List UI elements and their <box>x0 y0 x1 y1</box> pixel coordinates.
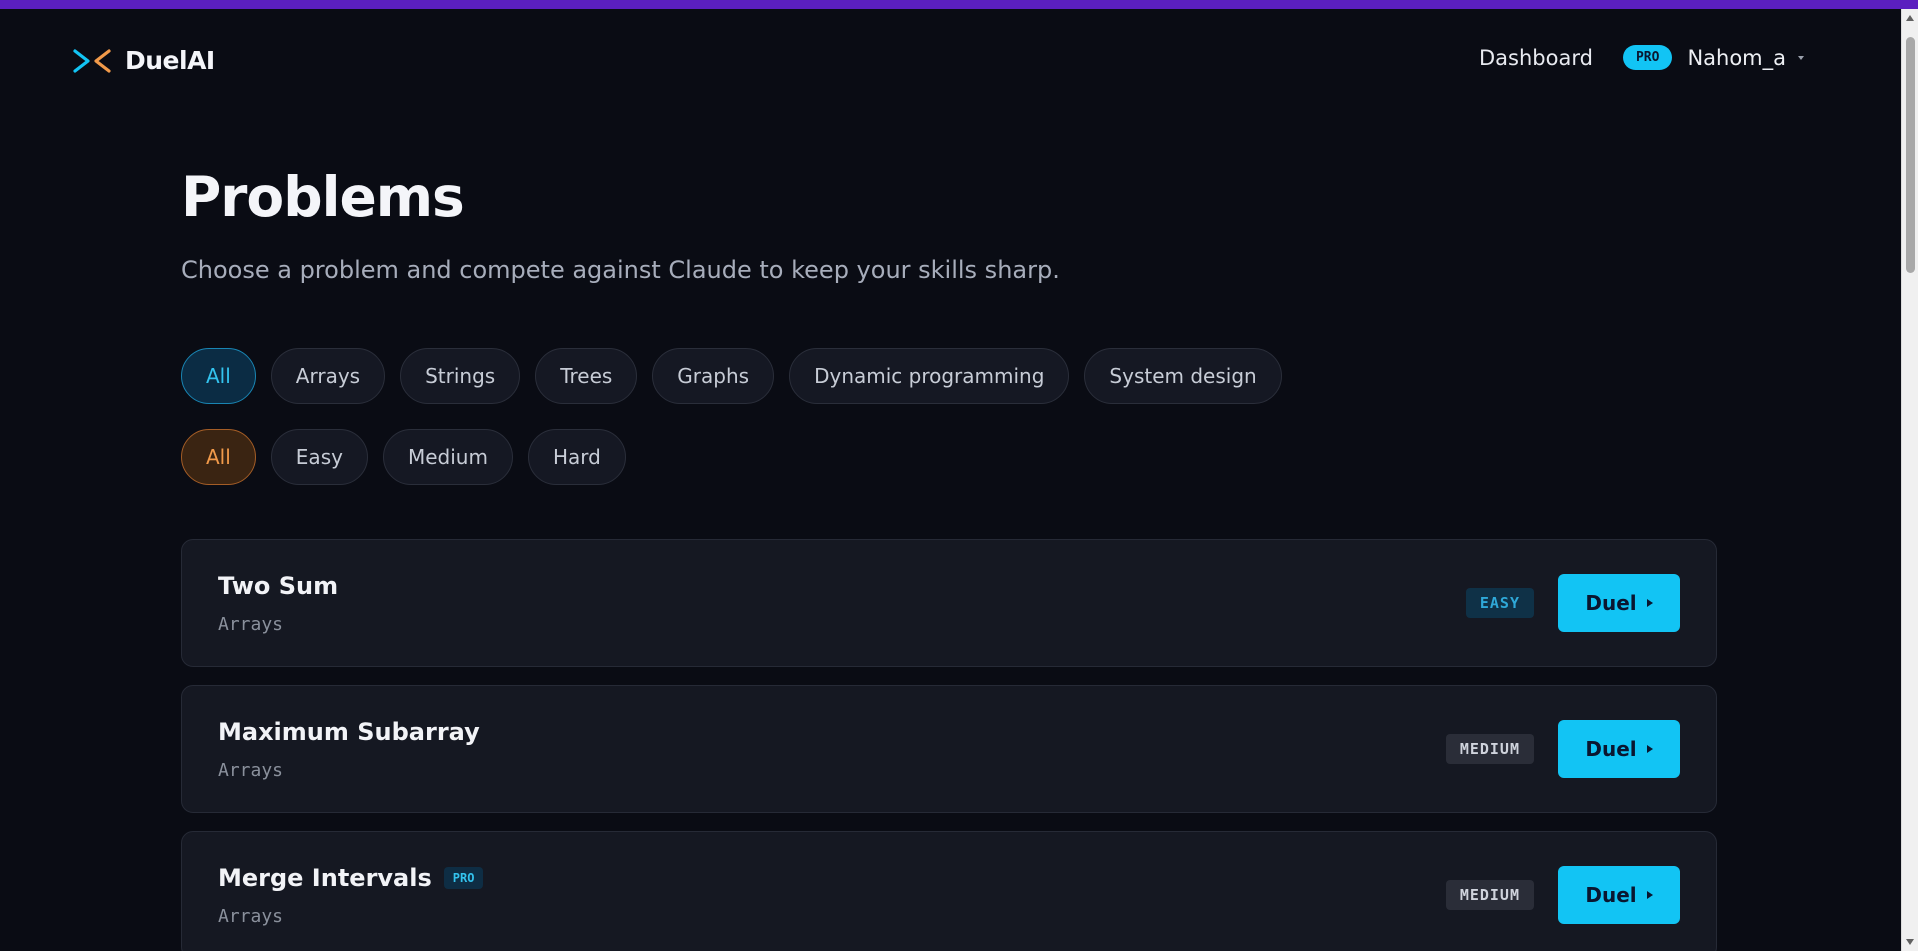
plan-badge: PRO <box>1622 45 1673 70</box>
difficulty-badge: MEDIUM <box>1445 880 1534 910</box>
play-icon <box>1646 599 1653 607</box>
duelai-logo-icon <box>73 48 111 73</box>
topic-filter-strings[interactable]: Strings <box>400 348 521 404</box>
topic-filter-row: All Arrays Strings Trees Graphs Dynamic progr… <box>181 348 1717 404</box>
problem-topic: Arrays <box>218 760 284 781</box>
problem-card[interactable]: Merge Intervals PRO Arrays MEDIUM Duel <box>181 831 1717 951</box>
scrollbar-thumb[interactable] <box>1906 37 1915 273</box>
top-accent-bar <box>0 0 1918 9</box>
topic-filter-arrays[interactable]: Arrays <box>270 348 386 404</box>
scroll-down-icon[interactable] <box>1906 939 1914 945</box>
top-navigation: DuelAI Dashboard PRO Nahom_a <box>0 9 1900 113</box>
brand-name: DuelAI <box>125 46 215 75</box>
difficulty-filter-medium[interactable]: Medium <box>382 429 513 485</box>
duel-button-label: Duel <box>1585 591 1637 615</box>
problem-card[interactable]: Maximum Subarray Arrays MEDIUM Duel <box>181 685 1717 813</box>
difficulty-filter-easy[interactable]: Easy <box>270 429 368 485</box>
page-subtitle: Choose a problem and compete against Cla… <box>181 256 1060 284</box>
play-icon <box>1646 891 1653 899</box>
chevron-down-icon[interactable] <box>1798 55 1804 60</box>
duel-button-label: Duel <box>1585 737 1637 761</box>
problem-title[interactable]: Two Sum <box>218 572 338 600</box>
nav-link-dashboard[interactable]: Dashboard <box>1479 46 1593 70</box>
play-icon <box>1646 745 1653 753</box>
problem-list: Two Sum Arrays EASY Duel Maximum Subarray Arr… <box>181 539 1717 951</box>
duel-button[interactable]: Duel <box>1558 720 1680 778</box>
problem-card[interactable]: Two Sum Arrays EASY Duel <box>181 539 1717 667</box>
duel-button[interactable]: Duel <box>1558 866 1680 924</box>
topic-filter-graphs[interactable]: Graphs <box>652 348 775 404</box>
pro-tag: PRO <box>443 867 484 889</box>
difficulty-filter-all[interactable]: All <box>181 429 256 485</box>
difficulty-filter-hard[interactable]: Hard <box>527 429 626 485</box>
difficulty-badge: MEDIUM <box>1445 734 1534 764</box>
problem-title[interactable]: Maximum Subarray <box>218 718 480 746</box>
vertical-scrollbar[interactable] <box>1901 9 1918 951</box>
user-menu[interactable]: Nahom_a <box>1687 46 1786 70</box>
problem-topic: Arrays <box>218 906 284 927</box>
duel-button-label: Duel <box>1585 883 1637 907</box>
duel-button[interactable]: Duel <box>1558 574 1680 632</box>
topic-filter-all[interactable]: All <box>181 348 256 404</box>
main-content: Problems Choose a problem and compete ag… <box>181 170 1717 951</box>
page-title: Problems <box>181 165 465 229</box>
problem-title[interactable]: Merge Intervals <box>218 864 432 892</box>
brand-logo[interactable]: DuelAI <box>73 46 215 75</box>
problem-topic: Arrays <box>218 614 284 635</box>
topic-filter-trees[interactable]: Trees <box>535 348 638 404</box>
scroll-up-icon[interactable] <box>1906 15 1914 21</box>
topic-filter-system-design[interactable]: System design <box>1084 348 1282 404</box>
topic-filter-dynamic-programming[interactable]: Dynamic programming <box>789 348 1070 404</box>
difficulty-badge: EASY <box>1465 588 1534 618</box>
difficulty-filter-row: All Easy Medium Hard <box>181 429 1717 485</box>
